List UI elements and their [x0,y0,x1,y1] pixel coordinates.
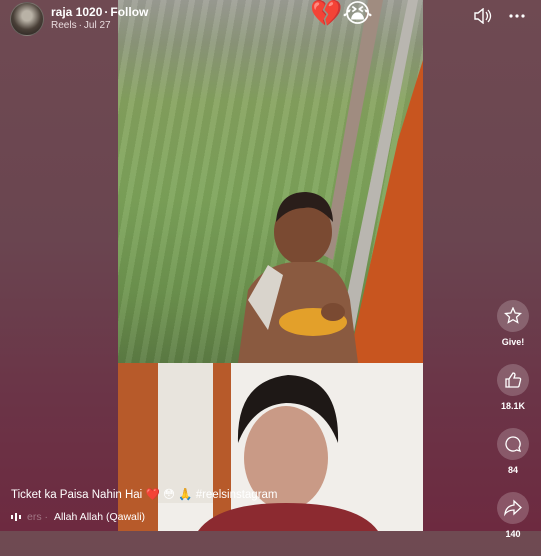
reaction-video[interactable] [118,363,423,531]
header-line1: raja 1020 · Follow [51,5,148,20]
window-frame-right [213,363,231,531]
avatar[interactable] [10,2,44,36]
header-text: raja 1020 · Follow Reels · Jul 27 [51,5,148,32]
window-frame-left [118,363,158,531]
top-controls [473,6,527,26]
audio-faded-prefix: ers · [27,511,48,523]
volume-icon[interactable] [473,6,493,26]
comment-count: 84 [507,465,518,475]
more-icon[interactable] [507,6,527,26]
share-button[interactable] [497,492,529,524]
share-icon [504,499,522,517]
audio-icon [11,513,21,521]
separator-dot: · [78,20,82,32]
person-hand [321,303,345,321]
separator-dot: · [104,5,109,20]
audio-track[interactable]: Allah Allah (Qawali) [54,511,145,523]
give-icon [504,307,522,324]
video-scene [238,0,423,363]
caption-emojis: ❤️ 😳 🙏 [145,489,193,501]
window-grille [158,363,213,503]
follow-button[interactable]: Follow [110,5,148,19]
comment-icon [505,436,521,452]
like-button[interactable] [497,364,529,396]
give-button[interactable] [497,300,529,332]
overlay-emojis: 💔😭 [310,0,373,28]
like-count: 18.1K [500,401,526,411]
source-label[interactable]: Reels [51,20,77,31]
username[interactable]: raja 1020 [51,5,102,19]
hashtag-link[interactable]: #reelsinstagram [196,489,278,501]
comment-button[interactable] [497,428,529,460]
audio-row[interactable]: ers · Allah Allah (Qawali) [11,511,145,523]
reaction-scene [118,363,378,531]
reel-viewer: 💔😭 raja 1020 · Follow Reels · Jul 27 Giv… [0,0,541,539]
caption-text: Ticket ka Paisa Nahin Hai [11,489,143,501]
give-label: Give! [501,337,525,347]
header-line2: Reels · Jul 27 [51,20,148,32]
post-date: Jul 27 [83,20,111,32]
reel-video-top[interactable] [118,0,423,363]
reel-header: raja 1020 · Follow Reels · Jul 27 [10,2,148,36]
reel-caption[interactable]: Ticket ka Paisa Nahin Hai ❤️ 😳 🙏 #reelsi… [11,487,278,501]
like-icon [505,372,522,388]
action-rail: Give! 18.1K 84 140 [494,300,532,556]
